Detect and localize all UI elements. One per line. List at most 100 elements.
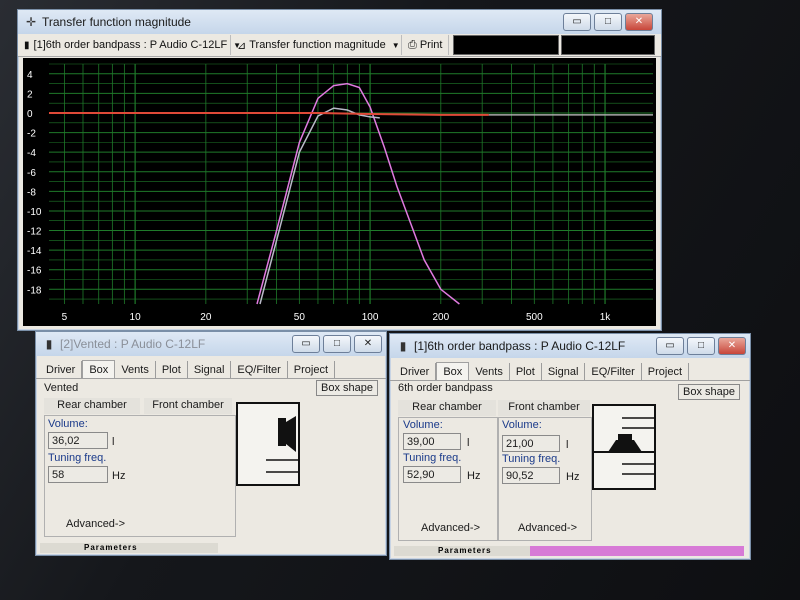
project-select-label: [1]6th order bandpass : P Audio C-12LF <box>33 39 228 51</box>
vented-box-window: ▮ [2]Vented : P Audio C-12LF ▭ □ ✕ Drive… <box>35 331 387 556</box>
tuning-label: Tuning freq. <box>48 452 107 464</box>
transfer-function-window: ✛ Transfer function magnitude ▭ □ ✕ ▮ [1… <box>17 9 662 331</box>
volume-unit: l <box>112 436 115 448</box>
rear-chamber-button[interactable]: Rear chamber <box>398 400 496 416</box>
front-volume-unit: l <box>566 439 569 451</box>
view-select[interactable]: ⊿ Transfer function magnitude ▼ <box>231 35 402 55</box>
status-bar: Parameters <box>40 543 218 553</box>
title-bar[interactable]: ✛ Transfer function magnitude ▭ □ ✕ <box>18 10 661 34</box>
y-tick-label: -8 <box>27 187 36 198</box>
tab-project[interactable]: Project <box>288 361 336 378</box>
tab-vents[interactable]: Vents <box>469 363 510 380</box>
tuning-unit: Hz <box>112 470 126 482</box>
tab-box[interactable]: Box <box>436 362 470 380</box>
print-button[interactable]: ⎙ Print <box>402 35 450 55</box>
title-bar[interactable]: ▮ [1]6th order bandpass : P Audio C-12LF… <box>390 334 750 358</box>
crosshair-icon: ✛ <box>25 15 37 29</box>
x-tick-label: 20 <box>200 312 212 323</box>
window-title: [1]6th order bandpass : P Audio C-12LF <box>414 339 626 353</box>
window-title: Transfer function magnitude <box>42 15 191 29</box>
close-button[interactable]: ✕ <box>718 337 746 355</box>
y-tick-label: 4 <box>27 70 33 81</box>
status-box-2 <box>561 35 656 55</box>
print-label: Print <box>419 39 443 51</box>
volume-field[interactable]: 36,02 <box>48 432 108 449</box>
box-shape-button[interactable]: Box shape <box>316 380 378 396</box>
bandpass-box-diagram <box>592 404 656 490</box>
vented-box-diagram <box>236 402 300 486</box>
y-tick-label: -4 <box>27 148 36 159</box>
status-accent-bar <box>530 546 744 556</box>
box-panel: 6th order bandpass Box shape Rear chambe… <box>394 382 746 544</box>
y-tick-label: -18 <box>27 285 42 296</box>
tab-driver[interactable]: Driver <box>394 363 437 380</box>
front-volume-field[interactable]: 21,00 <box>502 435 560 452</box>
tab-vents[interactable]: Vents <box>115 361 156 378</box>
front-volume-label: Volume: <box>502 419 542 431</box>
rear-volume-field[interactable]: 39,00 <box>403 433 461 450</box>
front-chamber-button[interactable]: Front chamber <box>498 400 590 416</box>
document-icon: ▮ <box>45 337 53 351</box>
y-tick-label: -12 <box>27 227 42 238</box>
minimize-button[interactable]: ▭ <box>656 337 684 355</box>
box-type-label: Vented <box>44 382 79 394</box>
box-shape-button[interactable]: Box shape <box>678 384 740 400</box>
rear-tuning-label: Tuning freq. <box>403 452 462 464</box>
front-chamber-button[interactable]: Front chamber <box>144 398 232 414</box>
project-select[interactable]: ▮ [1]6th order bandpass : P Audio C-12LF… <box>18 35 241 55</box>
y-tick-label: -2 <box>27 129 36 140</box>
tab-project[interactable]: Project <box>642 363 690 380</box>
maximize-button[interactable]: □ <box>323 335 351 353</box>
rear-volume-label: Volume: <box>403 419 443 431</box>
y-tick-label: -16 <box>27 266 42 277</box>
tuning-field[interactable]: 58 <box>48 466 108 483</box>
tab-eq-filter[interactable]: EQ/Filter <box>231 361 288 378</box>
transfer-function-icon: ⊿ <box>237 39 247 52</box>
close-button[interactable]: ✕ <box>625 13 653 31</box>
tab-plot[interactable]: Plot <box>510 363 542 380</box>
front-tuning-field[interactable]: 90,52 <box>502 467 560 484</box>
front-advanced-link[interactable]: Advanced-> <box>518 522 577 534</box>
chevron-down-icon: ▼ <box>391 40 400 50</box>
x-tick-label: 5 <box>62 312 68 323</box>
printer-icon: ⎙ <box>408 38 417 51</box>
minimize-button[interactable]: ▭ <box>292 335 320 353</box>
volume-label: Volume: <box>48 418 88 430</box>
maximize-button[interactable]: □ <box>594 13 622 31</box>
tab-eq-filter[interactable]: EQ/Filter <box>585 363 642 380</box>
x-tick-label: 100 <box>362 312 379 323</box>
rear-tuning-field[interactable]: 52,90 <box>403 466 461 483</box>
tab-signal[interactable]: Signal <box>542 363 586 380</box>
bandpass-box-window: ▮ [1]6th order bandpass : P Audio C-12LF… <box>389 333 751 560</box>
y-tick-label: -14 <box>27 246 42 257</box>
close-button[interactable]: ✕ <box>354 335 382 353</box>
document-icon: ▮ <box>24 39 30 51</box>
y-tick-label: 0 <box>27 109 33 120</box>
rear-volume-unit: l <box>467 437 470 449</box>
x-tick-label: 1k <box>600 312 612 323</box>
tab-driver[interactable]: Driver <box>40 361 83 378</box>
document-icon: ▮ <box>399 339 407 353</box>
series-line-2 <box>259 107 380 305</box>
view-select-label: Transfer function magnitude <box>249 39 386 51</box>
rear-tuning-unit: Hz <box>467 470 481 482</box>
window-title: [2]Vented : P Audio C-12LF <box>60 337 206 351</box>
rear-chamber-button[interactable]: Rear chamber <box>44 398 140 414</box>
box-type-label: 6th order bandpass <box>398 382 493 394</box>
maximize-button[interactable]: □ <box>687 337 715 355</box>
series-line-1 <box>256 82 460 305</box>
minimize-button[interactable]: ▭ <box>563 13 591 31</box>
y-tick-label: -10 <box>27 207 42 218</box>
chart-toolbar: ▮ [1]6th order bandpass : P Audio C-12LF… <box>18 34 661 57</box>
box-panel: Vented Box shape Rear chamber Front cham… <box>40 380 380 540</box>
tab-signal[interactable]: Signal <box>188 361 232 378</box>
title-bar[interactable]: ▮ [2]Vented : P Audio C-12LF ▭ □ ✕ <box>36 332 386 356</box>
rear-advanced-link[interactable]: Advanced-> <box>421 522 480 534</box>
tab-box[interactable]: Box <box>82 360 116 378</box>
x-tick-label: 500 <box>526 312 543 323</box>
tab-plot[interactable]: Plot <box>156 361 188 378</box>
status-box-1 <box>453 35 560 55</box>
advanced-link[interactable]: Advanced-> <box>66 518 125 530</box>
tab-bar: Driver Box Vents Plot Signal EQ/Filter P… <box>390 358 750 381</box>
transfer-function-chart[interactable]: 420-2-4-6-8-10-12-14-16-185 10 20 50 100 200 5… <box>23 58 656 326</box>
